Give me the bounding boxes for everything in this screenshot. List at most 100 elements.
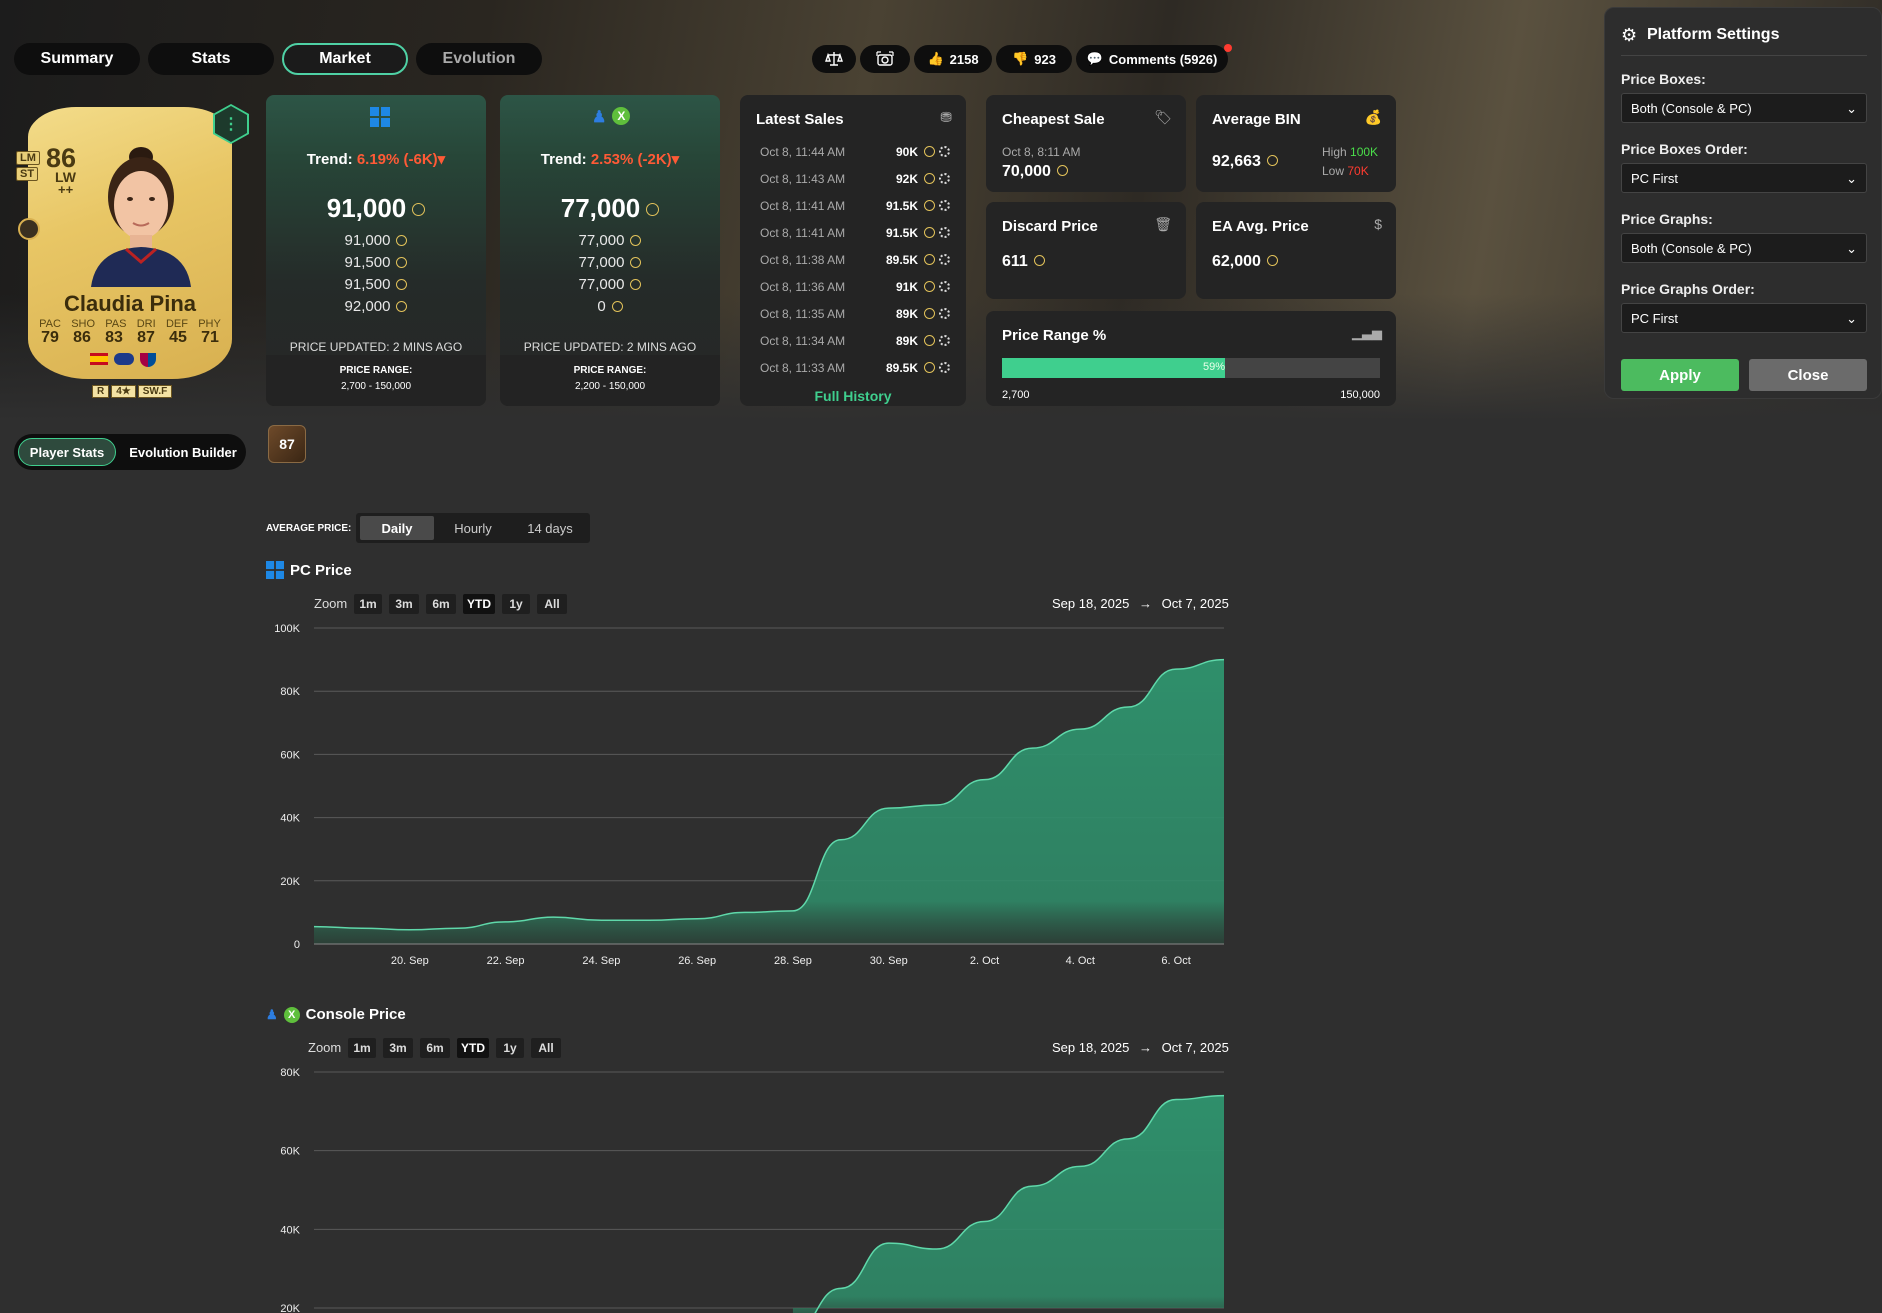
coin-icon <box>611 300 623 312</box>
gear-icon: ⚙ <box>1621 25 1638 45</box>
console-price-1: 77,000 <box>500 232 720 249</box>
sale-row: Oct 8, 11:36 AM 91K <box>760 280 950 294</box>
console-zoom-label: Zoom <box>308 1040 342 1055</box>
pc-date-range: Sep 18, 2025 → Oct 7, 2025 <box>1052 596 1229 611</box>
console-zoom-all-button[interactable]: All <box>531 1038 561 1058</box>
period-hourly[interactable]: Hourly <box>436 516 510 540</box>
console-price-box: ♟ X Trend: 2.53% (-2K)▾ 77,000 77,000 77… <box>500 95 720 406</box>
money-bag-icon: 💰 <box>1364 109 1382 125</box>
coin-icon <box>630 256 642 268</box>
skill-moves: 4★ <box>111 385 136 398</box>
console-zoom-1y-button[interactable]: 1y <box>496 1038 524 1058</box>
console-zoom-1m-button[interactable]: 1m <box>348 1038 376 1058</box>
console-zoom-ytd-button[interactable]: YTD <box>457 1038 489 1058</box>
full-history-link[interactable]: Full History <box>740 388 966 404</box>
price-area <box>314 659 1224 944</box>
like-button[interactable]: 👍 2158 <box>914 45 992 73</box>
tab-market[interactable]: Market <box>282 43 408 75</box>
alt-position-2: ST <box>16 167 39 181</box>
average-bin-value: 92,663 <box>1212 153 1278 171</box>
y-tick-label: 20K <box>280 876 300 888</box>
latest-sales-panel: Latest Sales ⛃ Oct 8, 11:44 AM 90K Oct 8,… <box>740 95 966 406</box>
console-chart-title: ♟ X Console Price <box>266 1006 406 1023</box>
cheapest-sale-date: Oct 8, 8:11 AM <box>1002 145 1081 159</box>
camera-icon <box>876 51 894 66</box>
apply-button[interactable]: Apply <box>1621 359 1739 391</box>
pc-trend-value: 6.19% (-6K) <box>356 151 438 168</box>
stat-value-sho: 86 <box>73 329 91 346</box>
average-bin-panel: Average BIN 💰 92,663 High 100K Low 70K <box>1196 95 1396 192</box>
price-range-title: Price Range % <box>1002 327 1107 344</box>
pc-zoom-1y-button[interactable]: 1y <box>502 594 530 614</box>
tab-evolution[interactable]: Evolution <box>416 43 542 75</box>
x-tick-label: 26. Sep <box>678 955 716 966</box>
console-updated: PRICE UPDATED: 2 MINS AGO <box>523 340 697 354</box>
settings-divider <box>1621 55 1867 56</box>
price-boxes-order-select[interactable]: PC First ⌄ <box>1621 163 1867 193</box>
sale-row: Oct 8, 11:44 AM 90K <box>760 145 950 159</box>
pc-chart-title: PC Price <box>266 561 352 579</box>
pc-zoom-ytd-button[interactable]: YTD <box>463 594 495 614</box>
close-button[interactable]: Close <box>1749 359 1867 391</box>
console-range-value: 2,200 - 150,000 <box>574 381 646 392</box>
player-portrait <box>91 147 191 287</box>
spain-flag-icon <box>90 353 108 365</box>
playstation-icon: ♟ <box>592 109 607 126</box>
period-14-days[interactable]: 14 days <box>512 516 588 540</box>
comments-button[interactable]: 💬 Comments (5926) <box>1076 45 1228 73</box>
pc-price-box: Trend: 6.19% (-6K)▾ 91,000 91,000 91,500… <box>266 95 486 406</box>
price-graphs-order-select[interactable]: PC First ⌄ <box>1621 303 1867 333</box>
y-tick-label: 80K <box>280 1067 300 1079</box>
price-graphs-label: Price Graphs: <box>1621 211 1713 227</box>
pc-zoom-1m-button[interactable]: 1m <box>354 594 382 614</box>
pc-zoom-3m-button[interactable]: 3m <box>389 594 419 614</box>
stat-value-def: 45 <box>169 329 187 346</box>
period-daily[interactable]: Daily <box>360 516 434 540</box>
x-tick-label: 2. Oct <box>970 955 999 966</box>
y-tick-label: 40K <box>280 813 300 825</box>
alt-position-1: LM <box>16 151 40 165</box>
pc-zoom-6m-button[interactable]: 6m <box>426 594 456 614</box>
ea-avg-price-panel: EA Avg. Price $ 62,000 <box>1196 202 1396 299</box>
price-range-fill: 59% <box>1002 358 1226 378</box>
price-graphs-select[interactable]: Both (Console & PC) ⌄ <box>1621 233 1867 263</box>
playstation-icon: ♟ <box>266 1006 278 1022</box>
pc-updated: PRICE UPDATED: 2 MINS AGO <box>289 340 463 354</box>
club-crest-icon <box>140 353 156 367</box>
screenshot-button[interactable] <box>860 45 910 73</box>
console-zoom-3m-button[interactable]: 3m <box>383 1038 413 1058</box>
sale-row: Oct 8, 11:33 AM 89.5K <box>760 361 950 375</box>
x-tick-label: 20. Sep <box>391 955 429 966</box>
console-trend: Trend: 2.53% (-2K)▾ <box>500 150 720 168</box>
chevron-down-icon: ⌄ <box>1846 241 1857 256</box>
pc-trend-label: Trend: <box>306 151 353 168</box>
player-name: Claudia Pina <box>63 291 197 316</box>
y-tick-label: 0 <box>294 939 300 951</box>
pc-range-value: 2,700 - 150,000 <box>340 381 412 392</box>
pc-zoom-all-button[interactable]: All <box>537 594 567 614</box>
console-zoom-6m-button[interactable]: 6m <box>420 1038 450 1058</box>
chevron-down-icon: ⌄ <box>1846 311 1857 326</box>
like-count: 2158 <box>949 51 979 67</box>
weak-foot: SW.F <box>137 385 173 398</box>
compare-button[interactable] <box>812 45 856 73</box>
price-boxes-select[interactable]: Both (Console & PC) ⌄ <box>1621 93 1867 123</box>
tab-stats[interactable]: Stats <box>148 43 274 75</box>
pc-price-chart: 0 20K 40K 60K 80K 100K 20. Sep 22. Sep 24. Sep 26… <box>274 623 1225 966</box>
evolution-builder-toggle[interactable]: Evolution Builder <box>124 438 242 466</box>
pc-price-1: 91,000 <box>266 232 486 249</box>
evolution-badge[interactable]: 87 <box>268 425 306 463</box>
sale-row: Oct 8, 11:38 AM 89.5K <box>760 253 950 267</box>
league-icon <box>114 353 134 365</box>
coin-icon <box>412 202 426 216</box>
player-stats-toggle[interactable]: Player Stats <box>18 438 116 466</box>
trash-icon: 🗑 <box>1154 216 1172 232</box>
price-boxes-order-label: Price Boxes Order: <box>1621 141 1748 157</box>
coins-stack-icon: ⛃ <box>940 109 952 125</box>
platform-settings-panel: ⚙ Platform Settings Price Boxes: Both (C… <box>1604 7 1882 399</box>
latest-sales-title: Latest Sales <box>756 111 844 128</box>
tab-summary[interactable]: Summary <box>14 43 140 75</box>
comments-icon: 💬 <box>1086 51 1103 66</box>
trend-down-icon: ▾ <box>437 151 446 168</box>
dislike-button[interactable]: 👎 923 <box>996 45 1072 73</box>
